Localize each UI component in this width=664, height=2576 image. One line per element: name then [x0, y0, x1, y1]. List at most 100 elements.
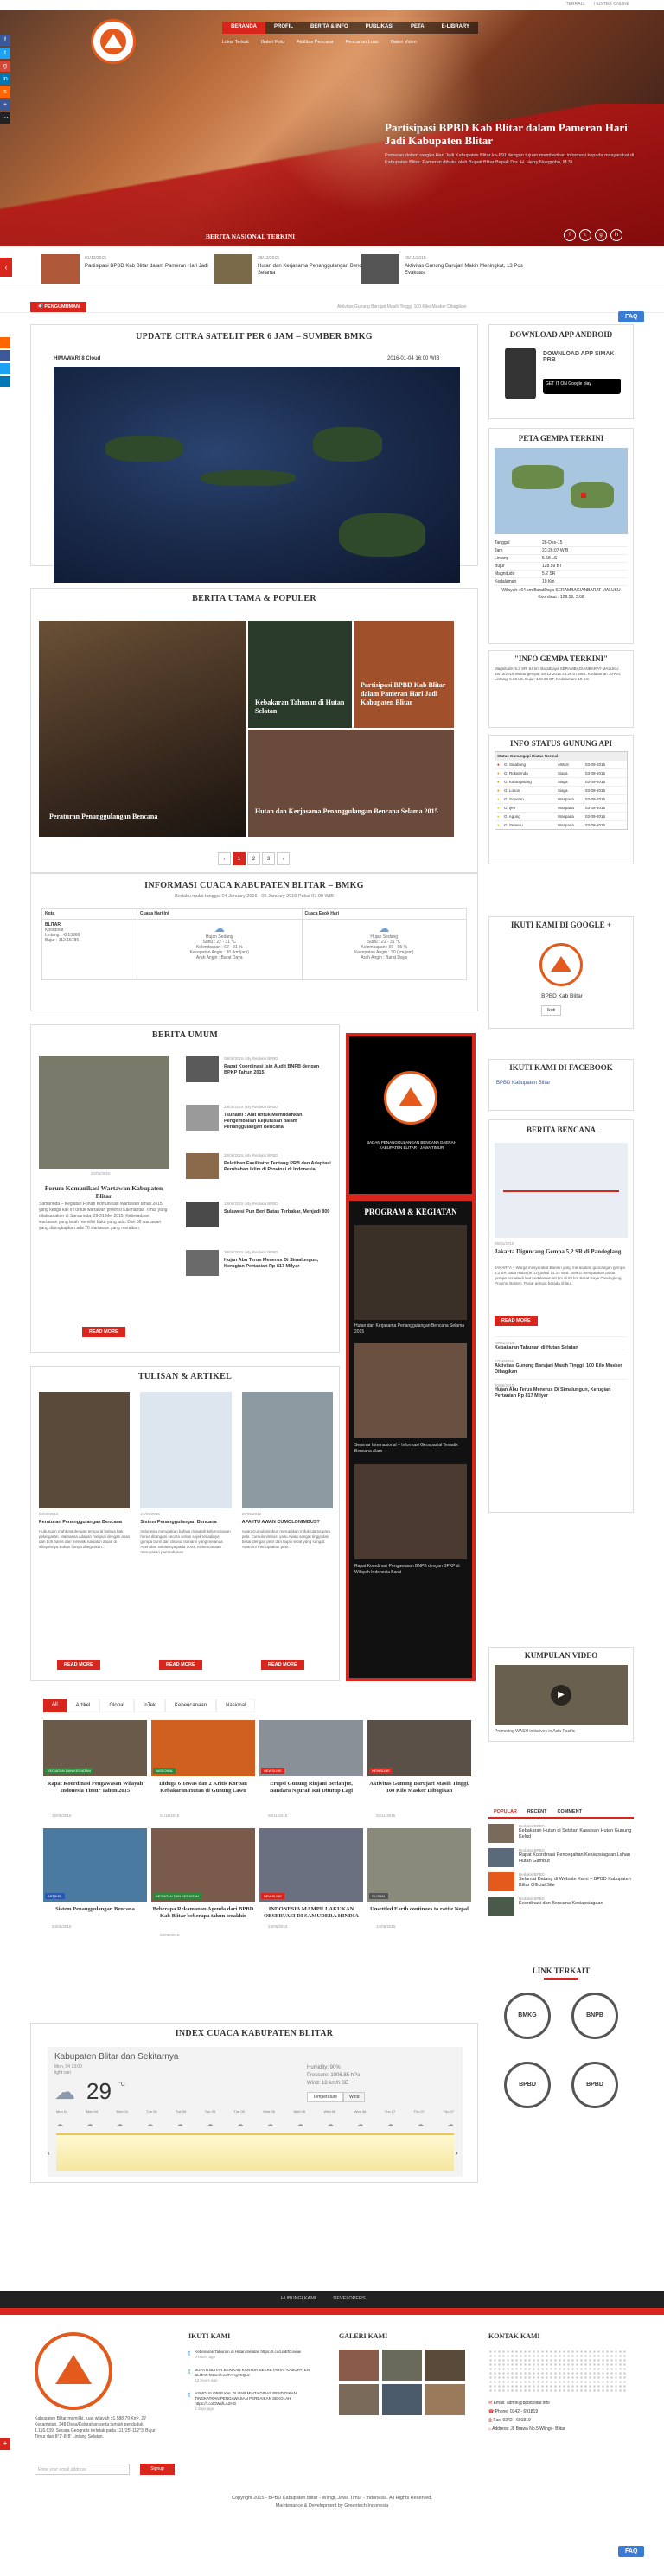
grid-image[interactable]: [259, 1828, 363, 1902]
read-more-button[interactable]: READ MORE: [495, 1316, 538, 1326]
nav-beranda[interactable]: BERANDA: [222, 22, 265, 34]
play-icon[interactable]: ▶: [551, 1685, 571, 1706]
featured-main-title[interactable]: Peraturan Penanggulangan Bencana: [49, 813, 239, 821]
tab-popular[interactable]: POPULAR: [488, 1807, 522, 1817]
more-icon[interactable]: ⋯: [0, 112, 10, 124]
list-item[interactable]: 30/06/2015 / By Redaksi BPBD Pelatihan Fa…: [186, 1153, 333, 1202]
grid-title[interactable]: Beberapa Rekamanan Agenda dari BPBD Kab …: [151, 1906, 255, 1920]
artikel-item-title[interactable]: APA ITU AWAN CUMOLONIMBUS?: [242, 1520, 333, 1526]
share-icon[interactable]: +: [0, 99, 10, 111]
nav-publikasi[interactable]: PUBLIKASI: [356, 22, 403, 34]
list-title[interactable]: Hujan Abu Terus Menerus Di Simalungun, K…: [224, 1258, 333, 1270]
featured-item-title[interactable]: Hutan dan Kerjasama Penanggulangan Benca…: [255, 807, 445, 816]
popular-item[interactable]: Redaksi BPBD Selamat Datang di Website Ka…: [488, 1872, 634, 1891]
grid-title[interactable]: Rapat Koordinasi Pengawasan Wilayah Indo…: [43, 1781, 147, 1795]
grid-image[interactable]: [43, 1828, 147, 1902]
subnav-item[interactable]: Lokal Terkait: [222, 40, 249, 45]
tab-all[interactable]: All: [43, 1699, 67, 1712]
tab-recent[interactable]: RECENT: [522, 1807, 552, 1817]
grid-title[interactable]: Diduga 6 Tewas dan 2 Kritis Korban Kebak…: [151, 1781, 255, 1795]
googleplus-icon[interactable]: g: [0, 61, 10, 72]
quake-map[interactable]: [495, 448, 628, 534]
tab-kebencanaan[interactable]: Kebencanaan: [165, 1699, 217, 1712]
artikel-item[interactable]: 04/05/2015 Peraturan Penanggulangan Benc…: [39, 1392, 131, 1607]
tab-artikel[interactable]: Artikel: [66, 1699, 100, 1712]
featured-item-title[interactable]: Kebakaran Tahunan di Hutan Selatan: [255, 698, 346, 716]
program-image[interactable]: [354, 1225, 467, 1320]
nav-elibrary[interactable]: E-LIBRARY: [432, 22, 479, 34]
tweet-item[interactable]: t Kebenaran Tahunan di Hutan Selatan http…: [188, 2350, 314, 2359]
list-title[interactable]: Pelatihan Fasilitator Tentang PRB dan Ad…: [224, 1161, 333, 1173]
google-follow-button[interactable]: Ikuti: [541, 1005, 562, 1016]
tab-comment[interactable]: COMMENT: [552, 1807, 587, 1817]
pager-prev[interactable]: ‹: [218, 852, 231, 865]
popular-item[interactable]: Redaksi BPBD Rapat Koordinasi Pencegahan …: [488, 1848, 634, 1867]
subnav-item[interactable]: Galeri Video: [391, 40, 417, 45]
newsletter-email-input[interactable]: Enter your email address: [35, 2464, 130, 2475]
tab-nasional[interactable]: Nasional: [216, 1699, 256, 1712]
google-name[interactable]: BPBD Kab Blitar: [489, 993, 635, 999]
news-title[interactable]: Aktivitas Gunung Barujari Makin Meningka…: [405, 263, 530, 277]
pager-page[interactable]: 2: [247, 852, 260, 865]
nav-berita-info[interactable]: BERITA & INFO: [302, 22, 357, 34]
pager-next[interactable]: ›: [277, 852, 290, 865]
popular-item[interactable]: Redaksi BPBD Kebakaran Hutan di Selatan K…: [488, 1824, 634, 1843]
program-item[interactable]: Hutan dan Kerjasama Penanggulangan Benca…: [354, 1323, 467, 1336]
gallery-thumb[interactable]: [382, 2384, 422, 2415]
grid-image[interactable]: [151, 1828, 255, 1902]
gallery-thumb[interactable]: [339, 2384, 379, 2415]
artikel-item[interactable]: 29/05/2015 APA ITU AWAN CUMOLONIMBUS? Aw…: [241, 1392, 333, 1607]
signup-button[interactable]: Signup: [140, 2464, 175, 2475]
temperature-button[interactable]: Temperature: [307, 2092, 344, 2102]
list-title[interactable]: Sulawesi Pun Beri Batas Terbakar, Menjad…: [224, 1209, 329, 1215]
wind-button[interactable]: Wind: [343, 2092, 366, 2102]
artikel-item-title[interactable]: Sistem Penanggulangan Bencana: [140, 1520, 231, 1526]
artikel-item-title[interactable]: Peraturan Penanggulangan Bencana: [39, 1520, 130, 1526]
program-image[interactable]: [354, 1343, 467, 1438]
pager-page[interactable]: 3: [262, 852, 275, 865]
popular-item[interactable]: Redaksi BPBD Koordinasi dan Bencana Kesia…: [488, 1897, 634, 1916]
featured-item[interactable]: Kebakaran Tahunan di Hutan Selatan: [248, 621, 352, 728]
read-more-button[interactable]: READ MORE: [261, 1660, 304, 1670]
read-more-button[interactable]: READ MORE: [159, 1660, 202, 1670]
grid-title[interactable]: INDONESIA MAMPU LAKUKAN OBSERVASI DI SAM…: [259, 1906, 363, 1920]
tweet-item[interactable]: t ASMOI III OPAB KAL BLITAR MINTA DINAS P…: [188, 2391, 314, 2411]
footer-link[interactable]: DEVELOPERS: [333, 2296, 365, 2301]
program-item[interactable]: Seminar Internasional – Informasi Geospa…: [354, 1443, 467, 1455]
video-caption[interactable]: Promoting WASH initiatives in Asia Pacif…: [495, 1729, 575, 1734]
subnav-item[interactable]: Pencarian Luas: [346, 40, 379, 45]
bnpb-logo[interactable]: BNPB: [571, 1993, 618, 2039]
pager-page[interactable]: 1: [233, 852, 246, 865]
berita-umum-main-title[interactable]: Forum Komunikasi Wartawan Kabupaten Blit…: [39, 1184, 169, 1200]
twitter-icon[interactable]: [0, 363, 10, 374]
subnav-item[interactable]: Galeri Foto: [261, 40, 284, 45]
video-player[interactable]: ▶: [495, 1665, 628, 1725]
faq-button-bottom[interactable]: FAQ: [618, 2546, 645, 2557]
program-item[interactable]: Rapat Koordinasi Pengawasan BNPB dengan …: [354, 1564, 467, 1576]
footer-link[interactable]: HUBUNGI KAMI: [281, 2296, 316, 2301]
email-line[interactable]: ✉ Email: admin@bpbdblitar.info: [488, 2399, 565, 2407]
ticker-text[interactable]: Aktivitas Gunung Barujari Masih Tinggi, …: [337, 304, 467, 309]
tab-global[interactable]: Global: [99, 1699, 134, 1712]
chevron-left-icon[interactable]: ‹: [48, 2149, 54, 2158]
featured-item-title[interactable]: Partisipasi BPBD Kab Blitar dalam Pamera…: [361, 681, 447, 707]
scroll-top-icon[interactable]: +: [0, 2438, 10, 2450]
featured-item[interactable]: Partisipasi BPBD Kab Blitar dalam Pamera…: [354, 621, 454, 728]
program-image[interactable]: [354, 1464, 467, 1559]
subnav-item[interactable]: Aktifitas Pencana: [297, 40, 334, 45]
tab-intek[interactable]: InTek: [133, 1699, 166, 1712]
tweet-item[interactable]: t BUPATI BLITAR BERIKAN KANTOR SEKRETARIA…: [188, 2368, 314, 2382]
list-item[interactable]: 24/05/2015 / By Redaksi BPBD Tsunami : Al…: [186, 1105, 333, 1153]
list-item[interactable]: 30/06/2015 / By Redaksi BPBD Hujan Abu Te…: [186, 1250, 333, 1298]
grid-title[interactable]: Sistem Penanggulangan Bencana: [43, 1906, 147, 1913]
grid-title[interactable]: Erupsi Gunung Rinjani Berlanjut, Bandara…: [259, 1781, 363, 1795]
list-item[interactable]: 08/06/2015 / By Redaksi BPBD Rapat Koordi…: [186, 1056, 333, 1105]
gallery-thumb[interactable]: [425, 2350, 465, 2381]
hero-title[interactable]: Partisipasi BPBD Kab Blitar dalam Pamera…: [385, 121, 635, 147]
bmkg-logo[interactable]: BMKG: [504, 1993, 551, 2039]
bpbd-logo[interactable]: [91, 19, 136, 64]
bencana-main-title[interactable]: Jakarta Diguncang Gempa 5,2 SR di Pandeg…: [495, 1248, 628, 1255]
gallery-thumb[interactable]: [339, 2350, 379, 2381]
list-title[interactable]: Rapat Koordinasi Isin Audit BNPB dengan …: [224, 1064, 333, 1076]
grid-title[interactable]: Aktivitas Gunung Barujari Masih Tinggi, …: [367, 1781, 471, 1795]
